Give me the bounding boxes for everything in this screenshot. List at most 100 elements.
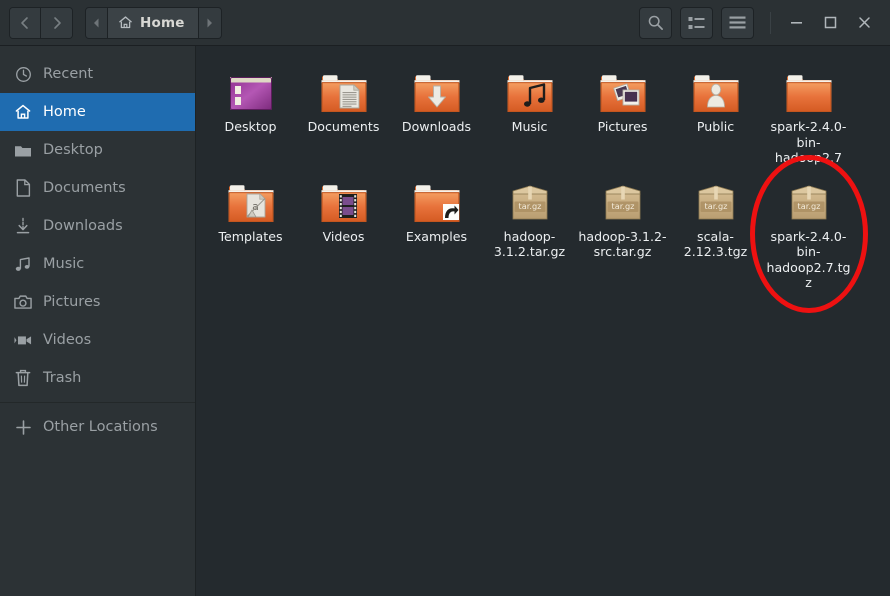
document-icon	[14, 179, 32, 197]
file-name-label: Examples	[405, 228, 468, 244]
header-right-group	[631, 6, 881, 39]
file-item[interactable]: Downloads	[390, 58, 483, 168]
breadcrumb-label: Home	[140, 14, 185, 31]
file-name-label: spark-2.4.0-bin-hadoop2.7.tgz	[766, 228, 851, 291]
sidebar-item-label: Desktop	[43, 142, 103, 158]
file-list-view[interactable]: Desktop Documents Downloads Music Pictur…	[196, 46, 890, 596]
download-icon	[14, 217, 32, 235]
file-item[interactable]: tar.gz spark-2.4.0-bin-hadoop2.7.tgz	[762, 168, 855, 293]
sidebar-item-pictures[interactable]: Pictures	[0, 283, 195, 321]
file-item[interactable]: Pictures	[576, 58, 669, 168]
sidebar-item-recent[interactable]: Recent	[0, 55, 195, 93]
home-icon	[14, 103, 32, 121]
svg-text:tar.gz: tar.gz	[797, 201, 820, 211]
sidebar-item-label: Home	[43, 104, 86, 120]
file-item[interactable]: Videos	[297, 168, 390, 293]
file-name-label: scala-2.12.3.tgz	[683, 228, 748, 260]
sidebar-item-label: Music	[43, 256, 85, 272]
list-view-icon	[688, 16, 705, 30]
sidebar-item-documents[interactable]: Documents	[0, 169, 195, 207]
sidebar-item-trash[interactable]: Trash	[0, 359, 195, 397]
sidebar-item-label: Downloads	[43, 218, 123, 234]
file-item[interactable]: a Templates	[204, 168, 297, 293]
file-name-label: Public	[696, 119, 735, 134]
sidebar: Recent Home Desktop Documents Downloads Music…	[0, 46, 196, 596]
sidebar-divider	[0, 402, 195, 403]
file-item[interactable]: Music	[483, 58, 576, 168]
back-button[interactable]	[10, 7, 41, 38]
sidebar-item-label: Recent	[43, 66, 94, 82]
file-name-label: Documents	[307, 119, 380, 134]
folder-link-icon	[407, 172, 467, 224]
search-icon	[647, 14, 664, 31]
sidebar-item-other-locations[interactable]: Other Locations	[0, 408, 195, 446]
close-button[interactable]	[847, 7, 881, 39]
file-item[interactable]: tar.gz hadoop-3.1.2-src.tar.gz	[576, 168, 669, 293]
archive-icon: tar.gz	[593, 172, 653, 224]
sidebar-item-videos[interactable]: Videos	[0, 321, 195, 359]
hamburger-menu-icon	[729, 16, 746, 29]
folder-templates-icon: a	[221, 172, 281, 224]
sidebar-item-downloads[interactable]: Downloads	[0, 207, 195, 245]
file-item[interactable]: Examples	[390, 168, 483, 293]
clock-icon	[14, 65, 32, 83]
folder-documents-icon	[314, 62, 374, 114]
plus-icon	[14, 418, 32, 436]
breadcrumb-item-home[interactable]: Home	[108, 7, 199, 38]
folder-pictures-icon	[593, 62, 653, 114]
window-controls-separator	[770, 11, 771, 34]
sidebar-item-label: Trash	[43, 370, 82, 386]
archive-icon: tar.gz	[500, 172, 560, 224]
svg-text:tar.gz: tar.gz	[704, 201, 727, 211]
file-item[interactable]: spark-2.4.0-bin-hadoop2.7	[762, 58, 855, 168]
archive-icon: tar.gz	[779, 172, 839, 224]
header-left-group: Home	[9, 6, 222, 39]
minimize-button[interactable]	[779, 7, 813, 39]
window-body: Recent Home Desktop Documents Downloads Music…	[0, 46, 890, 596]
folder-icon	[14, 141, 32, 159]
icon-grid: Desktop Documents Downloads Music Pictur…	[204, 58, 890, 293]
file-name-label: Desktop	[224, 119, 277, 134]
file-name-label: spark-2.4.0-bin-hadoop2.7	[770, 119, 847, 165]
trash-icon	[14, 369, 32, 387]
forward-button[interactable]	[41, 7, 72, 38]
folder-downloads-icon	[407, 62, 467, 114]
sidebar-item-desktop[interactable]: Desktop	[0, 131, 195, 169]
file-name-label: Videos	[322, 228, 365, 244]
file-item[interactable]: Documents	[297, 58, 390, 168]
sidebar-item-label: Documents	[43, 180, 126, 196]
file-name-label: Templates	[218, 228, 283, 244]
camera-icon	[14, 293, 32, 311]
sidebar-item-home[interactable]: Home	[0, 93, 195, 131]
file-item[interactable]: tar.gz scala-2.12.3.tgz	[669, 168, 762, 293]
header-bar: Home	[0, 0, 890, 46]
view-toggle-button[interactable]	[680, 6, 713, 39]
home-icon	[118, 15, 133, 30]
video-icon	[14, 331, 32, 349]
folder-plain-icon	[779, 62, 839, 114]
file-item[interactable]: Desktop	[204, 58, 297, 168]
file-name-label: hadoop-3.1.2.tar.gz	[493, 228, 566, 260]
file-name-label: Pictures	[597, 119, 648, 134]
file-name-label: Downloads	[401, 119, 472, 134]
navigation-button-group	[9, 6, 73, 39]
path-scroll-right-button[interactable]	[198, 7, 221, 38]
sidebar-item-label: Other Locations	[43, 419, 158, 435]
folder-videos-icon	[314, 172, 374, 224]
path-scroll-left-button[interactable]	[86, 7, 108, 38]
file-item[interactable]: Public	[669, 58, 762, 168]
file-manager-window: Home Recent Home Desktop Documents Downl…	[0, 0, 890, 596]
file-name-label: Music	[511, 119, 548, 134]
sidebar-item-label: Videos	[43, 332, 92, 348]
svg-text:tar.gz: tar.gz	[518, 201, 541, 211]
menu-button[interactable]	[721, 6, 754, 39]
music-icon	[14, 255, 32, 273]
search-button[interactable]	[639, 6, 672, 39]
archive-icon: tar.gz	[686, 172, 746, 224]
sidebar-item-label: Pictures	[43, 294, 101, 310]
file-item[interactable]: tar.gz hadoop-3.1.2.tar.gz	[483, 168, 576, 293]
sidebar-item-music[interactable]: Music	[0, 245, 195, 283]
breadcrumb: Home	[85, 6, 222, 39]
svg-text:tar.gz: tar.gz	[611, 201, 634, 211]
maximize-button[interactable]	[813, 7, 847, 39]
